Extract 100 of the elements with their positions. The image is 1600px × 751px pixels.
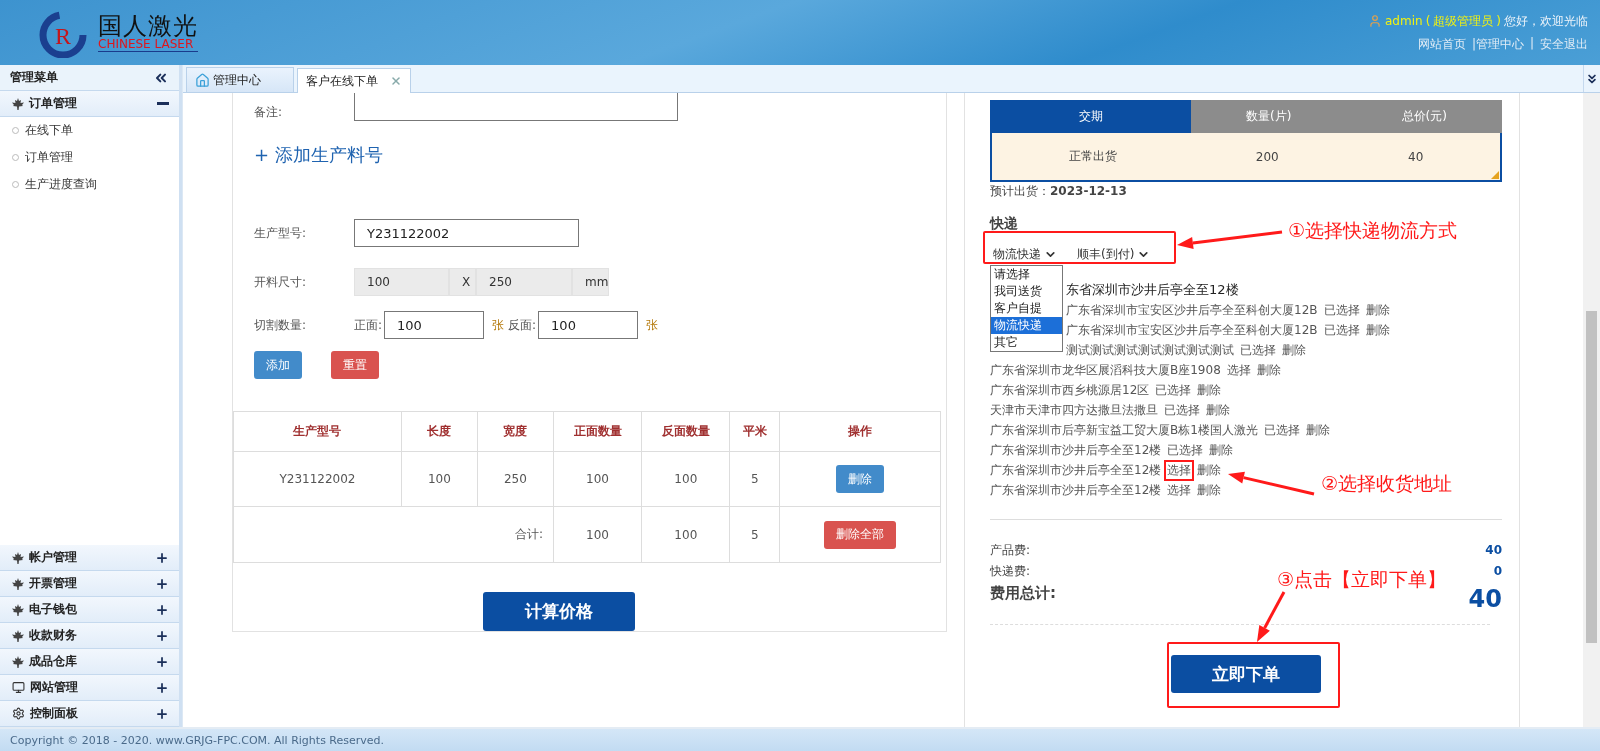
add-material-link[interactable]: + 添加生产料号 (254, 143, 383, 167)
model-field[interactable]: Y231122002 (354, 219, 579, 247)
carrier-select[interactable]: 顺丰(到付) (1077, 246, 1151, 262)
calculate-price-button[interactable]: 计算价格 (483, 592, 635, 631)
expand-icon (155, 576, 169, 591)
expand-icon (155, 654, 169, 669)
delete-button[interactable]: 删除 (836, 465, 884, 493)
delete-address-link[interactable]: 删除 (1362, 299, 1393, 321)
delete-all-button[interactable]: 删除全部 (824, 520, 896, 549)
place-order-button[interactable]: 立即下单 (1171, 655, 1321, 693)
price-column-header: 交期 (990, 100, 1191, 133)
width-field[interactable]: 250 (476, 268, 572, 296)
unit-label: 张 (646, 316, 659, 334)
table-cell: 5 (729, 506, 780, 563)
expand-icon (155, 680, 169, 695)
scrollbar-thumb[interactable] (1586, 311, 1597, 643)
logo-subtitle: CHINESE LASER (98, 37, 198, 52)
expand-icon (155, 550, 169, 565)
select-address-link[interactable]: 已选择 (1260, 419, 1303, 441)
price-row[interactable]: 正常出货 200 40 (990, 133, 1502, 182)
menu-item[interactable]: 生产进度查询 (0, 171, 179, 198)
user-icon (1368, 14, 1382, 28)
address-text: 东省深圳市沙井后亭全至12楼 (1066, 281, 1239, 299)
select-address-link[interactable]: 选择 (1164, 459, 1195, 481)
select-address-link[interactable]: 已选择 (1161, 399, 1203, 421)
delete-address-link[interactable]: 删除 (1279, 339, 1309, 361)
home-icon (195, 72, 210, 88)
annotation-text: ③点击【立即下单】 (1277, 567, 1447, 592)
table-cell: 100 (641, 506, 730, 563)
delete-address-link[interactable]: 删除 (1194, 379, 1225, 401)
back-qty-field[interactable]: 100 (538, 311, 639, 339)
price-cell-text: 40 (1407, 148, 1425, 166)
leaf-icon (12, 577, 24, 590)
arrow (1257, 591, 1286, 642)
field-label: 备注: (254, 104, 284, 121)
menu-section[interactable]: 帐户管理 (0, 545, 179, 571)
select-address-link[interactable]: 选择 (1223, 359, 1254, 381)
menu-item[interactable]: 订单管理 (0, 144, 179, 171)
column-header: 生产型号 (233, 411, 402, 452)
tab[interactable]: 客户在线下单 (297, 68, 411, 93)
select-address-link[interactable]: 已选择 (1152, 379, 1195, 401)
role-paren: ( (1425, 14, 1431, 28)
menu-section[interactable]: 收款财务 (0, 623, 179, 649)
menu-section[interactable]: 网站管理 (0, 675, 179, 701)
corner-mark (1491, 171, 1499, 179)
table-cell: 250 (477, 451, 554, 507)
field-label: 开料尺寸: (254, 273, 308, 291)
delete-address-link[interactable]: 删除 (1194, 459, 1225, 481)
close-icon[interactable] (390, 75, 402, 87)
price-column-header: 数量(片) (1191, 100, 1347, 133)
price-column-header: 总价(元) (1346, 100, 1502, 133)
delete-address-link[interactable]: 删除 (1253, 359, 1284, 381)
address-text: 广东省深圳市龙华区展滔科技大厦B座1908 (990, 361, 1221, 379)
length-field[interactable]: 100 (354, 268, 449, 296)
annotation-text: ①选择快递物流方式 (1288, 218, 1458, 243)
menu-section[interactable]: 电子钱包 (0, 597, 179, 623)
select-address-link[interactable]: 已选择 (1320, 299, 1363, 321)
table-cell: 100 (641, 451, 730, 507)
collapse-icon (157, 102, 169, 105)
menu-section[interactable]: 控制面板 (0, 701, 179, 727)
leaf-icon (12, 97, 24, 110)
dropdown-option[interactable]: 物流快递 (991, 317, 1062, 334)
select-address-link[interactable]: 选择 (1164, 479, 1195, 501)
delete-address-link[interactable]: 删除 (1194, 479, 1225, 501)
column-header: 正面数量 (553, 411, 642, 452)
user-role: 超级管理员 (1433, 12, 1494, 30)
delete-address-link[interactable]: 删除 (1362, 319, 1393, 341)
delete-address-link[interactable]: 删除 (1302, 419, 1333, 441)
select-address-link[interactable]: 已选择 (1237, 339, 1279, 361)
delete-address-link[interactable]: 删除 (1206, 439, 1237, 461)
front-qty-field[interactable]: 100 (384, 311, 485, 339)
tab[interactable]: 管理中心 (186, 67, 294, 92)
field-label: 正面: (354, 316, 383, 334)
select-address-link[interactable]: 已选择 (1320, 319, 1363, 341)
menu-section[interactable]: 开票管理 (0, 571, 179, 597)
column-header: 平米 (729, 411, 780, 452)
price-cell-text: 正常出货 (1067, 148, 1118, 165)
scrollbar[interactable] (1583, 93, 1600, 727)
unit-label: 张 (492, 316, 505, 334)
section-title: 快递 (990, 215, 1018, 231)
menu-section[interactable]: 订单管理 (0, 91, 179, 117)
menu-item[interactable]: 在线下单 (0, 117, 179, 144)
copyright-text: Copyright © 2018 - 2020. www.GRJG-FPC.COM. All Rights Reserved. (10, 733, 385, 747)
menu-section[interactable]: 成品仓库 (0, 649, 179, 675)
address-text: 广东省深圳市沙井后亭全至12楼 (990, 461, 1162, 479)
address-text: 广东省深圳市后亭新宝益工贸大厦B栋1楼国人激光 (990, 421, 1258, 439)
select-address-link[interactable]: 已选择 (1164, 439, 1207, 461)
greeting-text: 您好，欢迎光临 (1504, 12, 1588, 30)
remark-field[interactable] (354, 93, 678, 121)
username: admin (1385, 14, 1423, 28)
delete-address-link[interactable]: 删除 (1203, 399, 1233, 421)
reset-button[interactable]: 重置 (331, 351, 379, 379)
delivery-method-select[interactable]: 物流快递 (993, 246, 1057, 262)
field-label: 生产型号: (254, 224, 308, 242)
column-header: 长度 (401, 411, 478, 452)
address-text: 广东省深圳市沙井后亭全至12楼 (990, 441, 1162, 459)
unit-label: mm (572, 268, 609, 296)
add-button[interactable]: 添加 (254, 351, 302, 379)
column-header: 操作 (779, 411, 941, 452)
fee-value: 0 (1492, 563, 1502, 580)
